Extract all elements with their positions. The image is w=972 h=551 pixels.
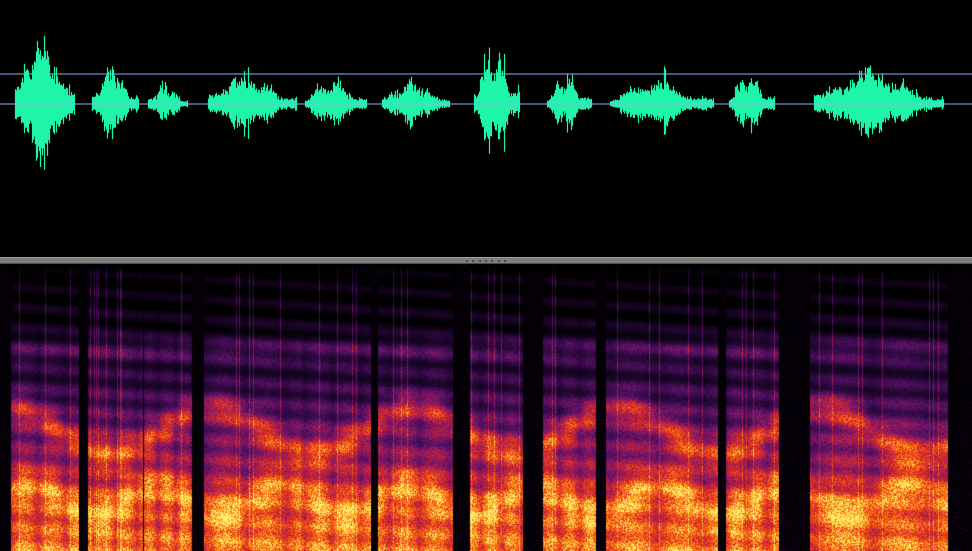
grip-dot — [466, 259, 468, 262]
panel-splitter[interactable] — [0, 257, 972, 264]
audio-editor — [0, 0, 972, 551]
grip-dot — [503, 259, 506, 262]
waveform-view[interactable] — [0, 0, 972, 257]
grip-dot — [491, 259, 494, 262]
waveform-signal — [14, 35, 945, 170]
grip-dot — [472, 259, 475, 262]
grip-dot — [484, 259, 487, 262]
splitter-grip-handle[interactable] — [466, 259, 506, 262]
waveform-display[interactable] — [0, 0, 972, 257]
grip-dot — [478, 259, 481, 262]
waveform-trace — [14, 35, 945, 170]
spectrogram-view[interactable] — [0, 264, 972, 551]
grip-dot — [497, 259, 500, 262]
spectrogram-display[interactable] — [0, 264, 972, 551]
